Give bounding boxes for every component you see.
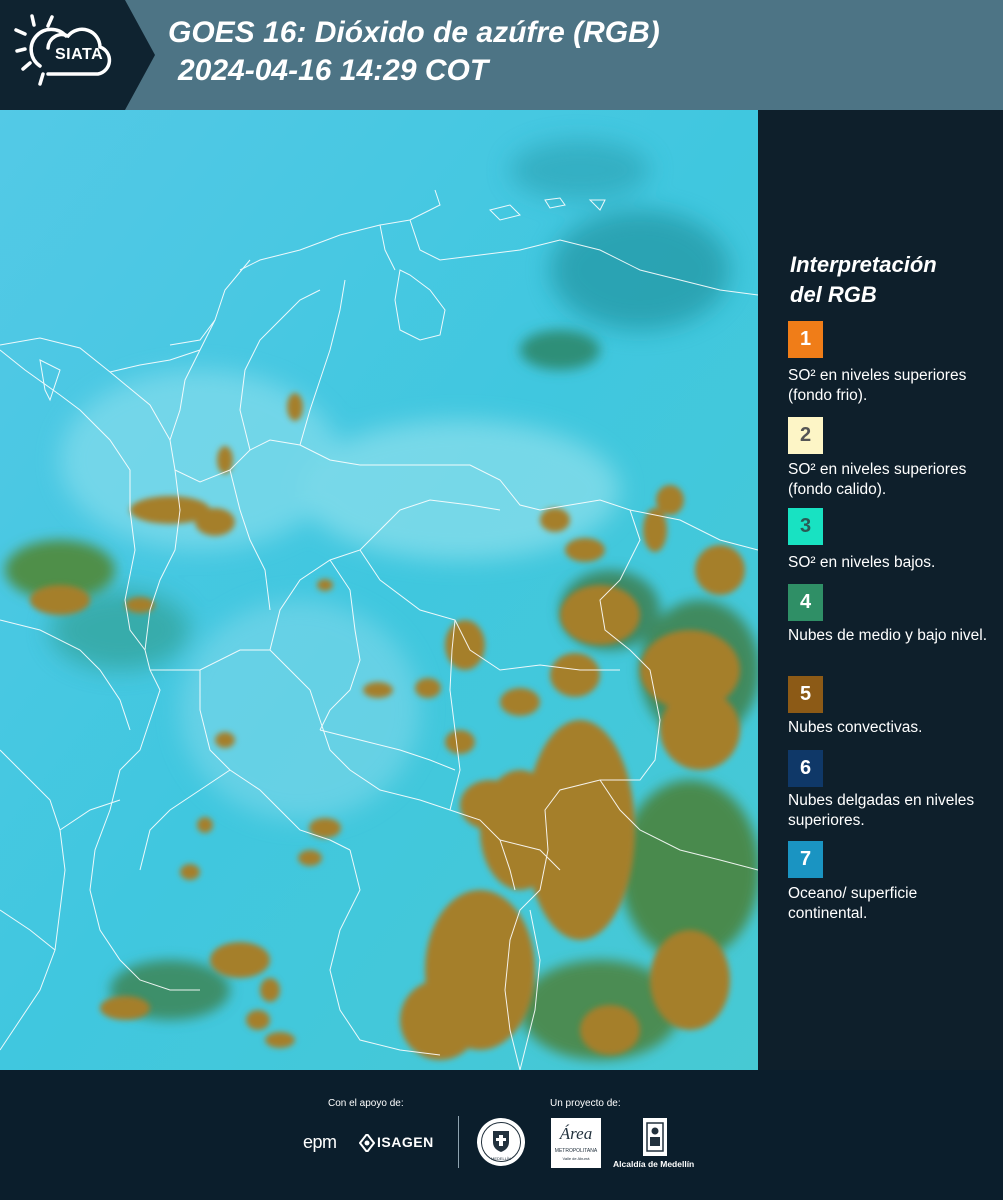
legend-desc-1: SO² en niveles superiores (fondo frio). [788,367,967,404]
legend-title-line2: del RGB [790,282,877,307]
legend-panel: Interpretación del RGB 1 SO² en niveles … [758,110,1003,1070]
legend-swatch-4: 4 [788,584,823,621]
legend-desc-4: Nubes de medio y bajo nivel. [788,627,988,644]
page-timestamp: 2024-04-16 14:29 COT [178,54,489,87]
seal-text: MEDELLÍN [490,1156,511,1161]
page-title: GOES 16: Dióxido de azúfre (RGB) [168,16,660,49]
legend-swatch-3: 3 [788,508,823,545]
legend-desc-7: Oceano/ superficie continental. [788,885,918,922]
legend-swatch-1: 1 [788,321,823,358]
medellin-seal: MEDELLÍN [477,1118,525,1166]
legend-swatch-6: 6 [788,750,823,787]
footer-divider [458,1116,459,1168]
legend-swatch-2: 2 [788,417,823,454]
shield-icon [493,1131,509,1152]
area-logo-text: Área [559,1124,593,1143]
area-line2: Valle de Aburrá [562,1156,590,1161]
isagen-logo: ISAGEN [377,1134,434,1150]
area-line1: METROPOLITANA [554,1148,598,1154]
legend-title: Interpretación del RGB [790,250,990,310]
area-metropolitana-logo: Área METROPOLITANA Valle de Aburrá [551,1118,601,1168]
header: SIATA GOES 16: Dióxido de azúfre (RGB) 2… [0,0,1003,110]
siata-logo: SIATA [0,0,125,110]
legend-title-line1: Interpretación [790,252,937,277]
legend-swatch-5: 5 [788,676,823,713]
alcaldia-crest [643,1118,667,1156]
epm-logo: epm [303,1132,337,1152]
legend-desc-2: SO² en niveles superiores (fondo calido)… [788,461,967,498]
legend-desc-5: Nubes convectivas. [788,719,923,736]
footer: Con el apoyo de: Un proyecto de: epm ISA… [0,1070,1003,1200]
legend-desc-6: Nubes delgadas en niveles superiores. [788,792,975,829]
alcaldia-text: Alcaldía de Medellín [613,1159,695,1169]
isagen-icon [359,1134,375,1152]
crest-icon [646,1122,664,1152]
logo-text: SIATA [55,46,104,63]
support-label: Con el apoyo de: [328,1098,404,1109]
satellite-map [0,110,758,1070]
header-arrow [125,0,155,110]
legend-swatch-7: 7 [788,841,823,878]
legend-desc-3: SO² en niveles bajos. [788,554,936,571]
project-label: Un proyecto de: [550,1098,621,1109]
